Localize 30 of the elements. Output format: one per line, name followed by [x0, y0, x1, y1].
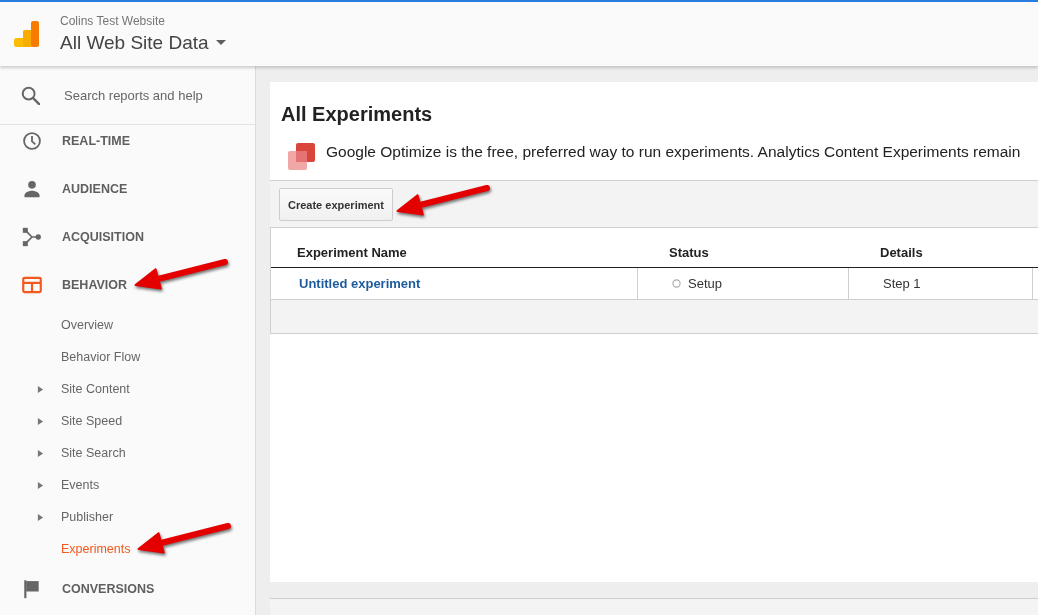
sub-nav-item[interactable]: Publisher	[0, 501, 118, 533]
notice-text: Google Optimize is the free, preferred way to run experiments. Analytics Content Experiments remain	[326, 143, 1021, 161]
search-field[interactable]: Search reports and help	[64, 87, 244, 103]
create-experiment-button[interactable]: Create experiment	[279, 188, 393, 221]
view-selector[interactable]: All Web Site Data	[60, 30, 226, 55]
sub-nav-item[interactable]: Site Speed	[0, 405, 127, 437]
search-icon[interactable]	[20, 85, 40, 105]
column-header[interactable]: Details	[880, 245, 923, 260]
column-header[interactable]: Experiment Name	[297, 245, 407, 260]
nav-item[interactable]: ACQUISITION	[0, 221, 148, 253]
nav-item[interactable]: CONVERSIONS	[0, 573, 159, 605]
column-header[interactable]: Status	[669, 245, 709, 260]
caret-icon	[215, 40, 226, 45]
sub-nav-item[interactable]: Behavior Flow	[0, 341, 145, 373]
bar-chart-logo	[14, 21, 39, 47]
account-name: Colins Test Website	[60, 13, 165, 28]
page-title: All Experiments	[281, 102, 434, 126]
experiment-link[interactable]: Untitled experiment	[299, 276, 421, 291]
nav-item[interactable]: BEHAVIOR	[0, 269, 132, 301]
status-icon	[672, 279, 681, 288]
nav-item[interactable]: AUDIENCE	[0, 173, 132, 205]
sub-nav-item[interactable]: Site Search	[0, 437, 130, 469]
sub-nav-item[interactable]: Experiments	[0, 533, 135, 565]
sub-nav-item[interactable]: Overview	[0, 309, 118, 341]
overlapping-squares-icon	[287, 141, 316, 171]
status-text: Setup	[688, 276, 722, 291]
sub-nav-item[interactable]: Events	[0, 469, 104, 501]
nav-item[interactable]: REAL-TIME	[0, 125, 135, 157]
sub-nav-item[interactable]: Site Content	[0, 373, 134, 405]
details-text: Step 1	[883, 276, 921, 291]
